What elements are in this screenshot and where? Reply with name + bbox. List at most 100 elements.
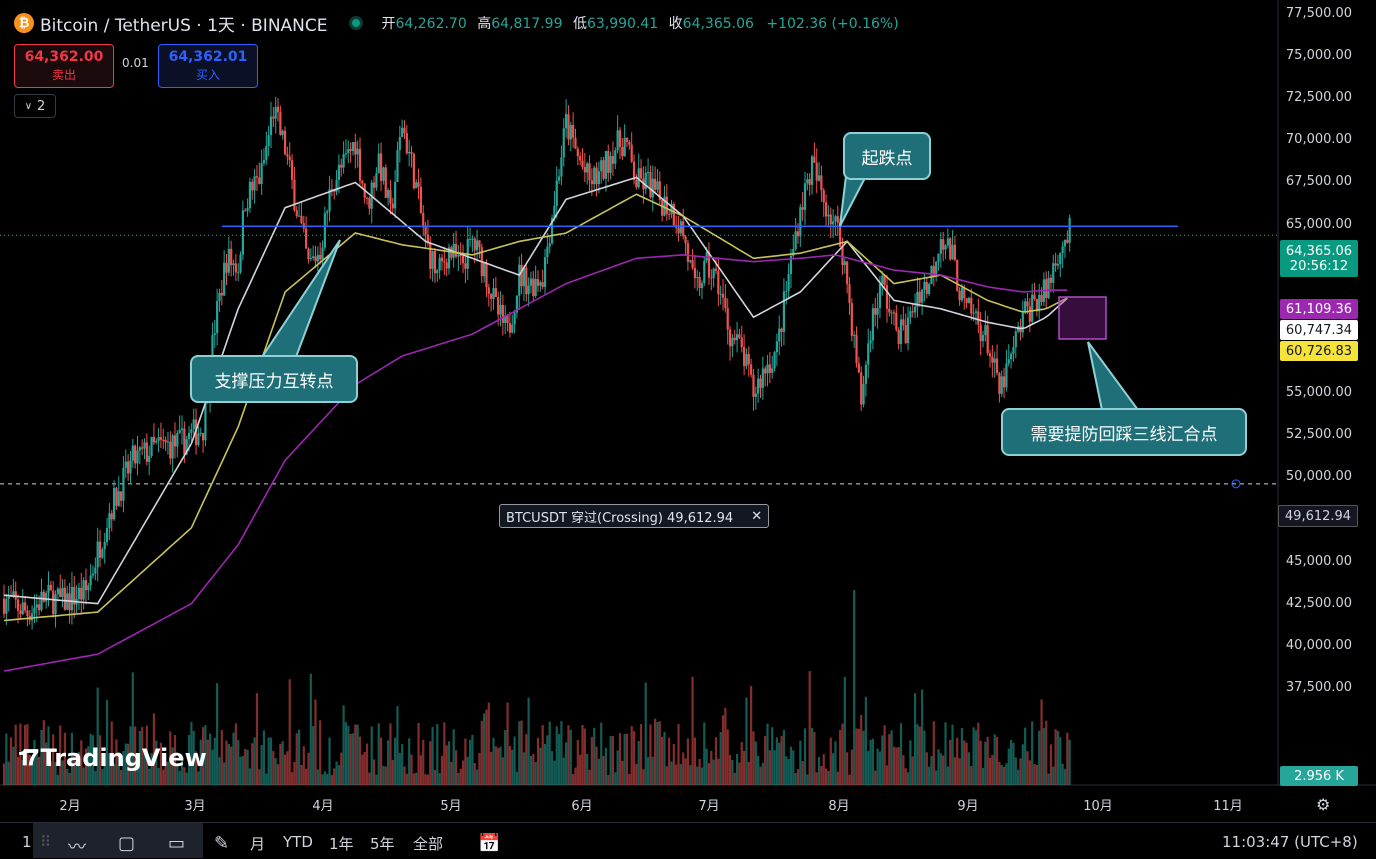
volume-bar — [120, 769, 123, 785]
volume-bar — [794, 772, 797, 785]
volume-bar — [68, 772, 71, 785]
volume-bar — [632, 731, 636, 785]
candle — [691, 260, 694, 268]
volume-bar — [651, 756, 654, 785]
candle — [965, 298, 968, 304]
range-5y[interactable]: 5年 — [370, 833, 395, 854]
candle — [124, 461, 127, 468]
rectangle-tool-icon[interactable]: ▢ — [118, 833, 135, 854]
volume-bar — [382, 765, 385, 785]
volume-bar — [965, 742, 968, 785]
volume-bar — [740, 742, 743, 785]
volume-bar — [923, 730, 926, 785]
candle — [625, 137, 629, 142]
candle — [21, 602, 24, 615]
candle — [785, 290, 788, 292]
volume-bar — [801, 761, 804, 785]
volume-bar — [869, 739, 872, 785]
volume-bar — [464, 738, 467, 785]
volume-bar — [881, 735, 884, 785]
candle — [820, 175, 823, 191]
candle — [817, 175, 821, 181]
low-value: 63,990.41 — [586, 16, 659, 32]
volume-bar — [1054, 729, 1057, 785]
candle — [752, 374, 755, 397]
volume-bar — [565, 742, 568, 785]
volume-bar — [876, 748, 879, 785]
volume-bar — [813, 731, 816, 785]
candle — [1063, 239, 1067, 247]
indicator-count: 2 — [37, 98, 46, 114]
candle — [572, 125, 575, 138]
volume-bar — [1056, 730, 1060, 785]
volume-bar — [283, 754, 287, 785]
indicator-collapse-button[interactable]: ∨ 2 — [14, 94, 56, 118]
candle — [977, 311, 980, 325]
candle — [112, 487, 116, 520]
volume-bar — [520, 720, 523, 785]
volume-bar — [656, 721, 659, 785]
candle — [867, 343, 870, 365]
volume-bar — [1005, 763, 1008, 785]
candle — [668, 214, 671, 216]
volume-bar — [333, 768, 336, 785]
volume-bar — [682, 752, 685, 785]
x-tick-label: 5月 — [440, 799, 462, 814]
callout-support: 支撑压力互转点 — [190, 355, 358, 403]
volume-bar — [258, 769, 261, 785]
volume-bar — [899, 723, 903, 785]
candle — [136, 450, 139, 464]
sell-button[interactable]: 64,362.00 卖出 — [14, 44, 114, 88]
volume-bar — [539, 747, 542, 785]
candle — [703, 260, 706, 284]
y-tick-label: 55,000.00 — [1285, 385, 1353, 401]
buy-button[interactable]: 64,362.01 买入 — [158, 44, 258, 88]
volume-bar — [799, 740, 802, 785]
candle — [417, 182, 420, 187]
range-month[interactable]: 月 — [250, 833, 265, 854]
comment-tool-icon[interactable]: ▭ — [168, 833, 185, 854]
symbol-title[interactable]: Bitcoin / TetherUS · 1天 · BINANCE — [40, 11, 328, 36]
x-tick-label: 2月 — [59, 799, 81, 814]
candle — [255, 176, 259, 178]
range-ytd[interactable]: YTD — [283, 833, 313, 851]
candle — [614, 150, 617, 164]
calendar-goto-icon[interactable]: 📅 — [478, 833, 500, 854]
candle — [904, 325, 907, 344]
settings-gear-icon[interactable]: ⚙ — [1316, 795, 1330, 814]
candle — [31, 613, 34, 621]
range-1y[interactable]: 1年 — [329, 833, 354, 854]
y-tick-label: 72,500.00 — [1285, 90, 1353, 106]
volume-bar — [494, 746, 497, 785]
volume-bar — [935, 770, 938, 785]
candle — [164, 439, 167, 443]
volume-bar — [654, 718, 657, 785]
candle — [750, 364, 753, 375]
alert-crossing-label[interactable]: BTCUSDT 穿过(Crossing) 49,612.94 ✕ — [499, 504, 770, 528]
candle — [415, 182, 418, 189]
candle — [354, 142, 357, 155]
close-icon[interactable]: ✕ — [751, 509, 762, 524]
candle — [958, 290, 961, 301]
volume-bar — [752, 731, 755, 785]
callout-warn: 需要提防回踩三线汇合点 — [1001, 408, 1247, 456]
candle — [356, 148, 359, 155]
candle — [110, 513, 113, 520]
volume-bar — [323, 771, 326, 785]
volume-bar — [429, 741, 432, 785]
candle — [375, 173, 378, 188]
candle — [967, 297, 971, 304]
drag-handle-icon[interactable]: ⠿ — [40, 833, 51, 851]
volume-bar — [822, 753, 825, 785]
candle — [384, 167, 387, 198]
volume-bar — [1014, 757, 1017, 785]
range-all[interactable]: 全部 — [413, 833, 443, 854]
candle — [408, 151, 411, 154]
trend-line-icon[interactable]: 〰 — [68, 833, 86, 859]
candle — [1049, 277, 1053, 283]
brush-tool-icon[interactable]: ✎ — [214, 833, 229, 854]
candle — [1038, 294, 1041, 312]
volume-bar — [487, 702, 490, 785]
volume-bar — [244, 748, 247, 785]
candle — [1014, 331, 1017, 348]
